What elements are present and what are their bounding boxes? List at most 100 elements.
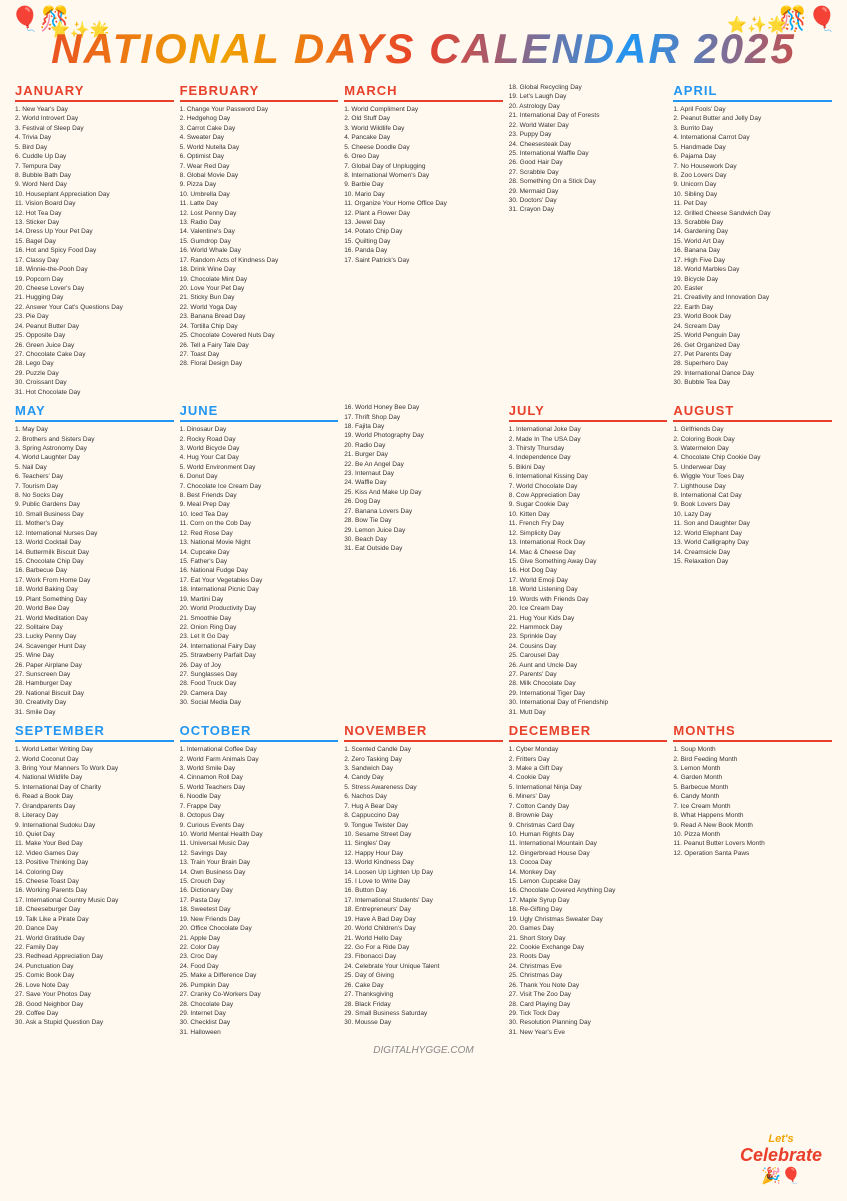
list-item: 14. Loosen Up Lighten Up Day [344,868,503,877]
list-item: 28. Chocolate Day [180,1000,339,1009]
list-item: 17. Pasta Day [180,896,339,905]
list-item: 5. Barbecue Month [673,783,832,792]
day-list-february: 1. Change Your Password Day2. Hedgehog D… [180,105,339,369]
list-item: 4. Independence Day [509,453,668,462]
month-title-may: MAY [15,403,174,422]
list-item: 2. Brothers and Sisters Day [15,435,174,444]
day-list-august: 1. Girlfriends Day2. Coloring Book Day3.… [673,425,832,566]
list-item: 4. Trivia Day [15,133,174,142]
footer: DIGITALHYGGE.COM [10,1045,837,1056]
month-title-june: JUNE [180,403,339,422]
list-item: 3. Sandwich Day [344,764,503,773]
list-item: 21. World Meditation Day [15,614,174,623]
list-item: 6. Nachos Day [344,792,503,801]
list-item: 25. Opposite Day [15,331,174,340]
list-item: 24. Scream Day [673,322,832,331]
list-item: 13. Cocoa Day [509,858,668,867]
month-block-june2: 16. World Honey Bee Day17. Thrift Shop D… [344,403,503,717]
list-item: 24. Scavenger Hunt Day [15,642,174,651]
day-list-march: 1. World Compliment Day2. Old Stuff Day3… [344,105,503,265]
list-item: 17. Classy Day [15,256,174,265]
list-item: 17. Work From Home Day [15,576,174,585]
list-item: 6. Read a Book Day [15,792,174,801]
list-item: 22. Family Day [15,943,174,952]
list-item: 18. World Baking Day [15,585,174,594]
list-item: 2. World Farm Animals Day [180,755,339,764]
list-item: 6. Miners' Day [509,792,668,801]
list-item: 31. New Year's Eve [509,1028,668,1037]
list-item: 24. Christmas Eve [509,962,668,971]
list-item: 17. Thrift Shop Day [344,413,503,422]
list-item: 12. Simplicity Day [509,529,668,538]
list-item: 2. Rocky Road Day [180,435,339,444]
list-item: 19. Plant Something Day [15,595,174,604]
month-block-march: MARCH 1. World Compliment Day2. Old Stuff… [344,83,503,397]
list-item: 23. Puppy Day [509,130,668,139]
list-item: 25. Comic Book Day [15,971,174,980]
month-block-january: JANUARY1. New Year's Day2. World Introve… [15,83,174,397]
list-item: 3. World Bicycle Day [180,444,339,453]
website-url: DIGITALHYGGE.COM [373,1045,473,1056]
day-list-june2: 16. World Honey Bee Day17. Thrift Shop D… [344,403,503,554]
list-item: 22. Hammock Day [509,623,668,632]
list-item: 30. Resolution Planning Day [509,1018,668,1027]
list-item: 25. Day of Giving [344,971,503,980]
list-item: 29. Coffee Day [15,1009,174,1018]
list-item: 11. Make Your Bed Day [15,839,174,848]
list-item: 16. Barbecue Day [15,566,174,575]
list-item: 3. Burrito Day [673,124,832,133]
list-item: 14. Valentine's Day [180,227,339,236]
list-item: 25. Chocolate Covered Nuts Day [180,331,339,340]
list-item: 9. Word Nerd Day [15,180,174,189]
list-item: 26. Tell a Fairy Tale Day [180,341,339,350]
list-item: 7. Ice Cream Month [673,802,832,811]
list-item: 13. Radio Day [180,218,339,227]
list-item: 19. Popcorn Day [15,275,174,284]
list-item: 15. Relaxation Day [673,557,832,566]
list-item: 21. Smoothie Day [180,614,339,623]
list-item: 27. Toast Day [180,350,339,359]
list-item: 6. Pajama Day [673,152,832,161]
list-item: 28. Card Playing Day [509,1000,668,1009]
month-block-july: JULY1. International Joke Day2. Made In … [509,403,668,717]
list-item: 6. International Kissing Day [509,472,668,481]
list-item: 30. Checklist Day [180,1018,339,1027]
list-item: 25. International Waffle Day [509,149,668,158]
list-item: 9. Curious Events Day [180,821,339,830]
list-item: 30. Ask a Stupid Question Day [15,1018,174,1027]
celebrate-badge: Let's Celebrate 🎉🎈 [740,1133,822,1186]
list-item: 14. Mac & Cheese Day [509,548,668,557]
list-item: 10. Iced Tea Day [180,510,339,519]
list-item: 16. Dictionary Day [180,886,339,895]
list-item: 17. Random Acts of Kindness Day [180,256,339,265]
list-item: 12. World Elephant Day [673,529,832,538]
list-item: 24. International Fairy Day [180,642,339,651]
list-item: 16. Hot and Spicy Food Day [15,246,174,255]
month-title-march: MARCH [344,83,503,102]
list-item: 29. Puzzle Day [15,369,174,378]
list-item: 17. High Five Day [673,256,832,265]
list-item: 1. Cyber Monday [509,745,668,754]
list-item: 19. Martini Day [180,595,339,604]
list-item: 15. World Art Day [673,237,832,246]
list-item: 15. Give Something Away Day [509,557,668,566]
list-item: 10. Sibling Day [673,190,832,199]
list-item: 16. Chocolate Covered Anything Day [509,886,668,895]
list-item: 11. Universal Music Day [180,839,339,848]
list-item: 6. Optimist Day [180,152,339,161]
list-item: 28. Bow Tie Day [344,516,503,525]
list-item: 11. Vision Board Day [15,199,174,208]
list-item: 16. Working Parents Day [15,886,174,895]
list-item: 15. Bagel Day [15,237,174,246]
list-item: 31. Halloween [180,1028,339,1037]
list-item: 10. Human Rights Day [509,830,668,839]
list-item: 11. Singles' Day [344,839,503,848]
list-item: 7. Lighthouse Day [673,482,832,491]
list-item: 29. Small Business Saturday [344,1009,503,1018]
list-item: 14. Potato Chip Day [344,227,503,236]
month-block-june: JUNE1. Dinosaur Day2. Rocky Road Day3. W… [180,403,339,717]
list-item: 1. Change Your Password Day [180,105,339,114]
list-item: 14. Own Business Day [180,868,339,877]
list-item: 24. Peanut Butter Day [15,322,174,331]
list-item: 21. Apple Day [180,934,339,943]
